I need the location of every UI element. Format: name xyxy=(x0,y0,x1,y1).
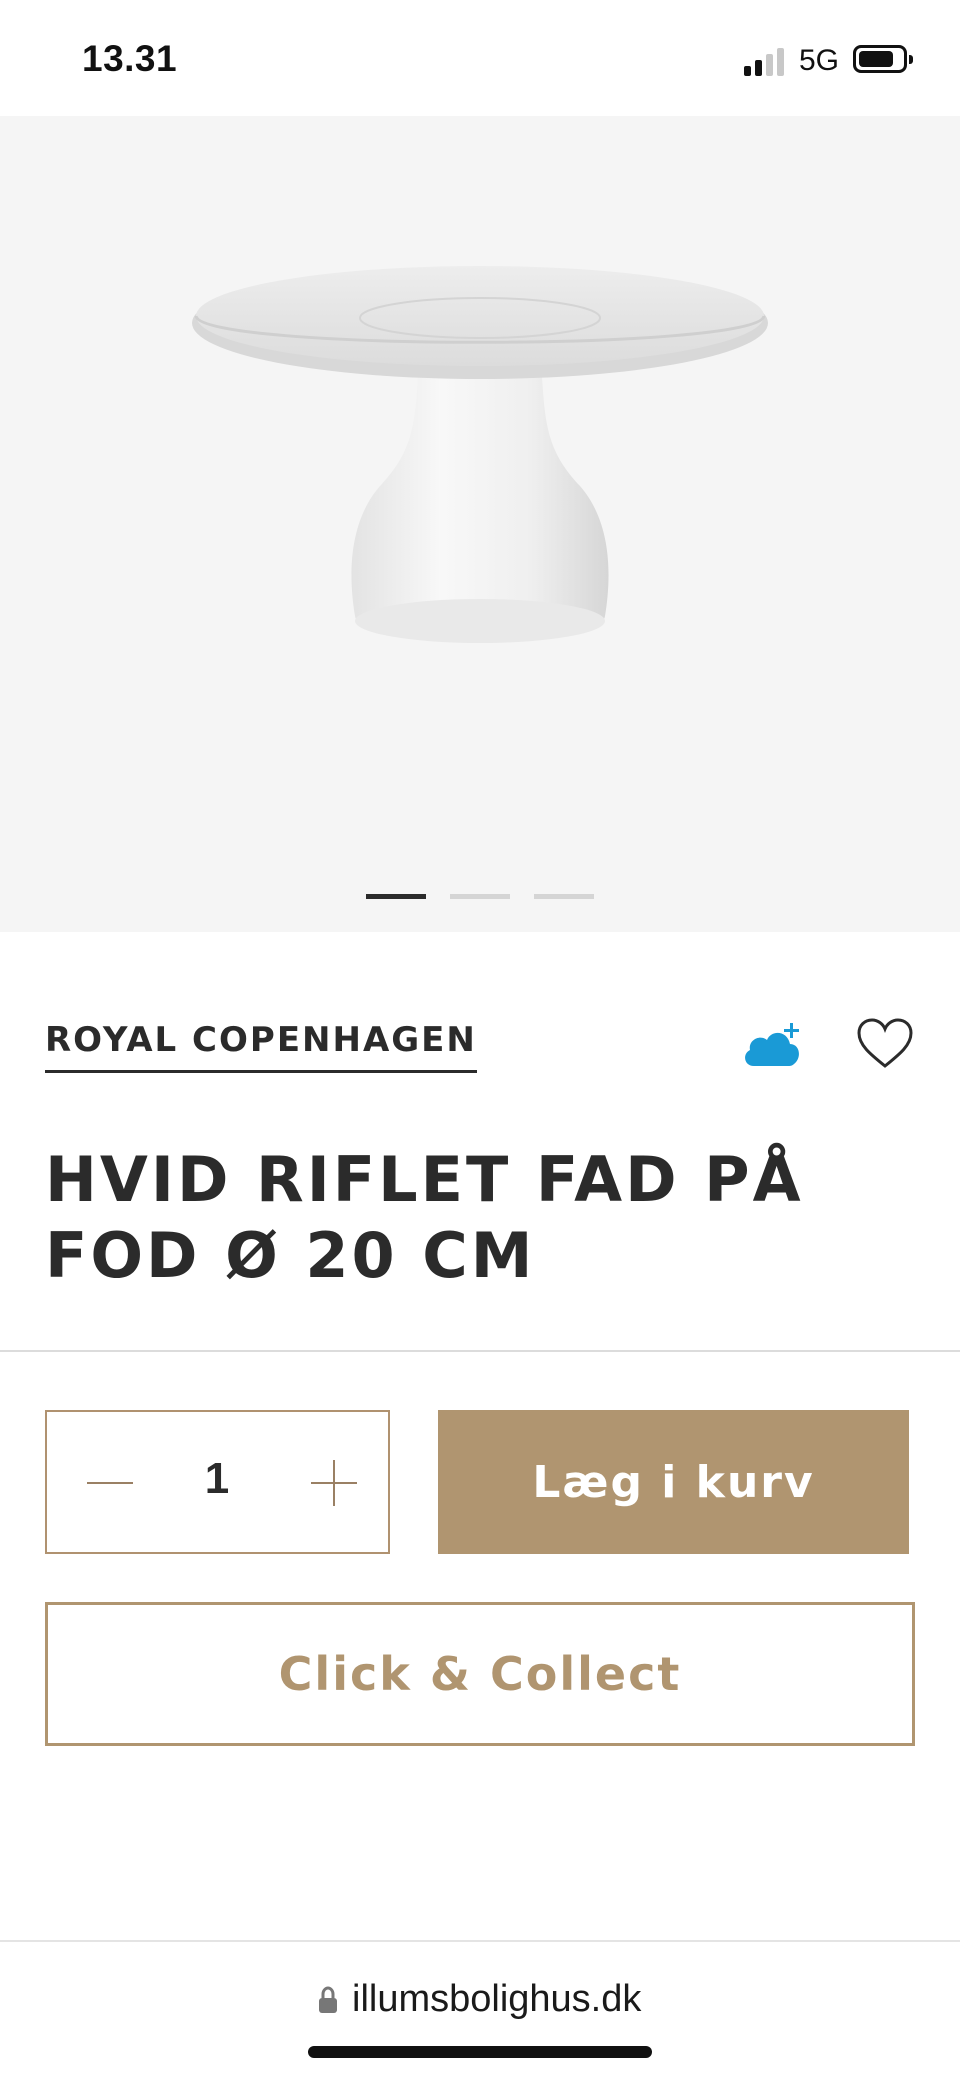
product-title: HVID RIFLET FAD PÅ FOD Ø 20 CM xyxy=(45,1143,804,1292)
network-label: 5G xyxy=(799,44,840,77)
quantity-stepper: 1 xyxy=(45,1410,390,1554)
browser-url-bar[interactable]: illumsbolighus.dk xyxy=(0,1940,960,2079)
gallery-dot[interactable] xyxy=(534,894,594,899)
battery-icon xyxy=(853,45,913,73)
decrease-quantity-button[interactable] xyxy=(87,1474,133,1492)
url-text: illumsbolighus.dk xyxy=(352,1978,642,2020)
status-bar: 13.31 5G xyxy=(0,0,960,116)
signal-icon xyxy=(744,46,788,76)
quantity-value[interactable]: 1 xyxy=(177,1454,257,1504)
click-collect-button[interactable]: Click & Collect xyxy=(45,1602,915,1746)
brand-link[interactable]: ROYAL COPENHAGEN xyxy=(45,1020,477,1073)
divider xyxy=(0,1350,960,1352)
increase-quantity-button[interactable] xyxy=(311,1460,357,1506)
battery-level xyxy=(859,51,893,67)
heart-icon[interactable] xyxy=(856,1018,914,1070)
cloud-plus-icon[interactable] xyxy=(740,1020,806,1070)
gallery-dot[interactable] xyxy=(366,894,426,899)
product-image-gallery[interactable] xyxy=(0,116,960,932)
product-image xyxy=(192,266,768,643)
gallery-dot[interactable] xyxy=(450,894,510,899)
lock-icon xyxy=(319,1986,337,2013)
status-time: 13.31 xyxy=(82,38,178,79)
gallery-pagination xyxy=(0,894,960,906)
add-to-cart-button[interactable]: Læg i kurv xyxy=(438,1410,909,1554)
home-indicator[interactable] xyxy=(308,2046,652,2058)
